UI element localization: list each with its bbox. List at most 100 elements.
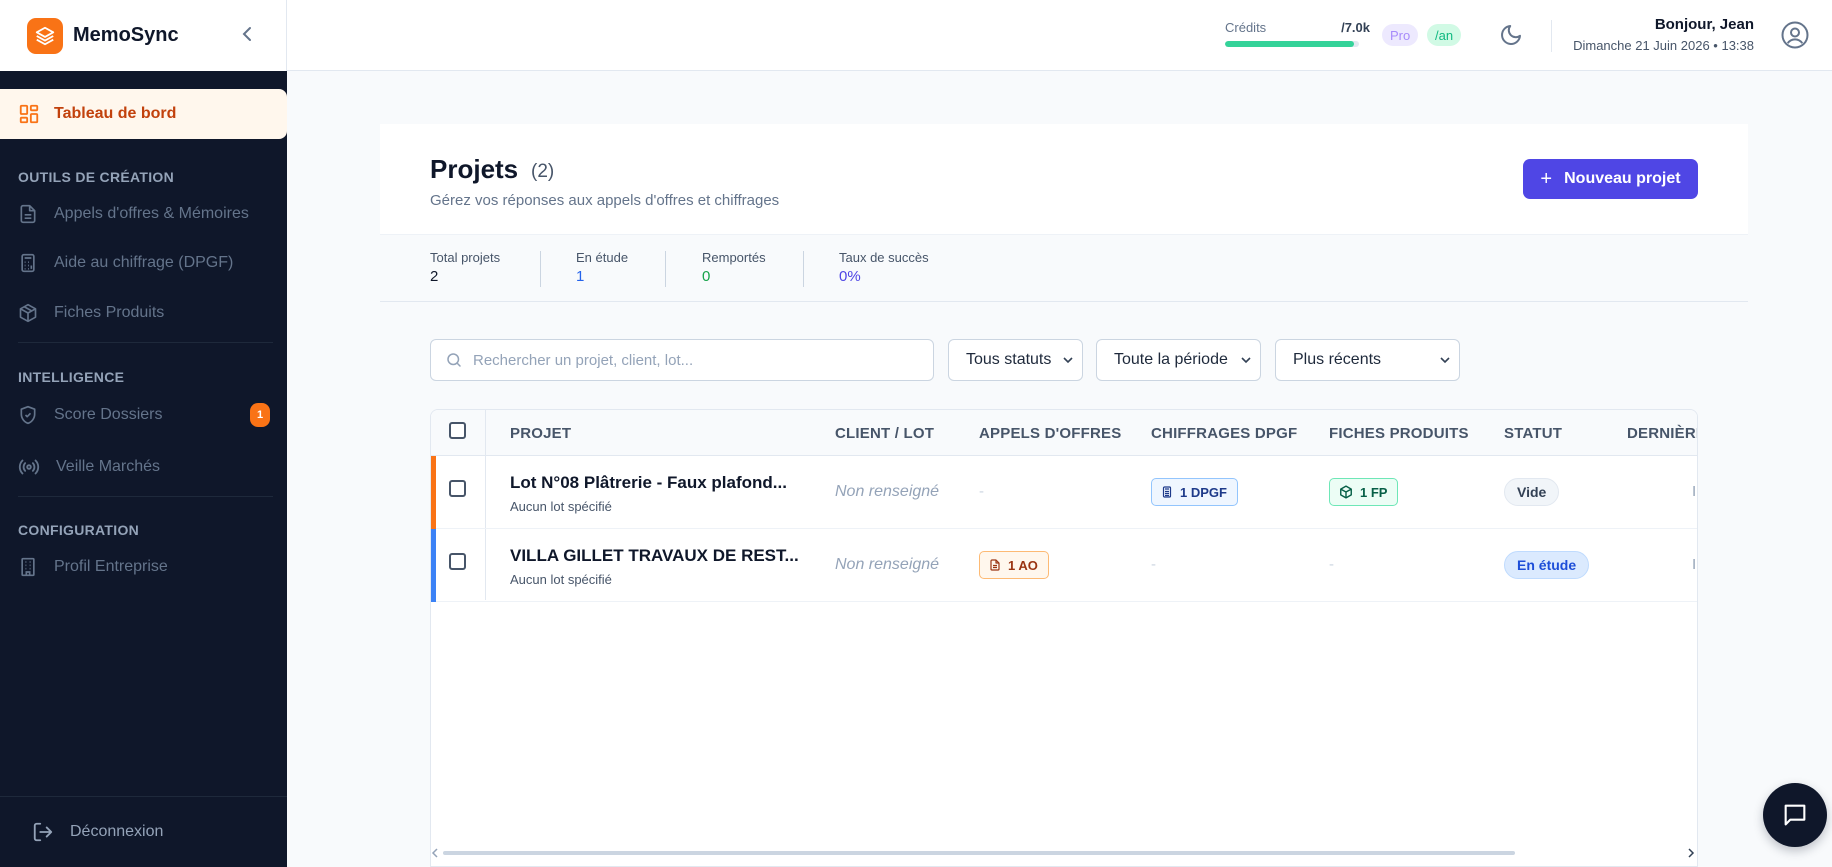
collapse-sidebar-button[interactable]: [236, 22, 258, 46]
sort-select[interactable]: Plus récents: [1275, 339, 1460, 381]
stat-separator: [540, 251, 541, 287]
logout-label: Déconnexion: [70, 823, 164, 840]
last-update-cell: Il: [1692, 556, 1697, 573]
project-products-empty: -: [1329, 556, 1334, 573]
project-client: Non renseigné: [835, 483, 940, 500]
user-menu-button[interactable]: [1780, 20, 1810, 55]
sidebar-item-watch[interactable]: Veille Marchés: [18, 452, 270, 482]
tender-tag[interactable]: 1 AO: [979, 551, 1049, 579]
shield-check-icon: [20, 405, 36, 425]
section-title-intelligence: INTELLIGENCE: [18, 369, 125, 385]
project-lot: Aucun lot spécifié: [510, 499, 612, 514]
dark-mode-toggle[interactable]: [1499, 23, 1523, 52]
sidebar-item-label: Aide au chiffrage (DPGF): [54, 254, 234, 271]
logout-icon: [33, 822, 53, 842]
column-header-last[interactable]: DERNIÈRE: [1627, 425, 1697, 442]
sidebar-item-dashboard[interactable]: Tableau de bord: [0, 89, 287, 139]
header-separator: [1551, 20, 1552, 52]
section-title-configuration: CONFIGURATION: [18, 522, 140, 538]
greeting-text: Bonjour, Jean: [1654, 16, 1754, 33]
sidebar-item-label: Score Dossiers: [54, 406, 163, 423]
new-project-button[interactable]: + Nouveau projet: [1523, 159, 1698, 199]
search-input[interactable]: [473, 351, 913, 369]
table-row[interactable]: Lot N°08 Plâtrerie - Faux plafond... Auc…: [431, 456, 1697, 529]
search-box[interactable]: [430, 339, 934, 381]
credits-progress-fill: [1225, 41, 1354, 47]
project-lot: Aucun lot spécifié: [510, 572, 612, 587]
sidebar-item-score[interactable]: Score Dossiers 1: [18, 400, 270, 430]
document-icon: [20, 204, 36, 224]
column-header-project[interactable]: PROJET: [510, 425, 571, 442]
project-client: Non renseigné: [835, 556, 940, 573]
column-header-tenders[interactable]: APPELS D'OFFRES: [979, 425, 1121, 442]
billing-period-badge: /an: [1427, 24, 1462, 46]
sort-value: Plus récents: [1293, 351, 1382, 368]
project-title[interactable]: Lot N°08 Plâtrerie - Faux plafond...: [510, 473, 787, 493]
top-header: Crédits /7.0k Pro /an Bonjour, Jean Dima…: [287, 0, 1832, 71]
scroll-right-icon[interactable]: [1687, 848, 1695, 858]
last-update-cell: Il: [1692, 483, 1697, 500]
status-filter-select[interactable]: Tous statuts: [948, 339, 1083, 381]
sidebar-item-label: Veille Marchés: [56, 458, 161, 475]
chevron-down-icon: [1063, 357, 1073, 364]
column-header-dpgf[interactable]: CHIFFRAGES DPGF: [1151, 425, 1297, 442]
package-icon: [19, 303, 37, 323]
row-accent-bar: [431, 529, 436, 602]
stat-separator: [803, 251, 804, 287]
building-icon: [21, 557, 35, 577]
row-checkbox[interactable]: [449, 553, 466, 570]
current-datetime: Dimanche 21 Juin 2026 • 13:38: [1573, 38, 1754, 53]
plus-icon: +: [1540, 167, 1553, 190]
tender-tag-label: 1 AO: [1008, 557, 1038, 573]
search-icon: [447, 353, 461, 367]
stat-label: Total projets: [430, 250, 501, 265]
credits-meter: Crédits /7.0k: [1225, 20, 1370, 47]
stat-value: 1: [576, 268, 585, 285]
dashboard-grid-icon: [19, 104, 39, 124]
page-title: Projets: [430, 154, 519, 184]
sidebar-item-tenders[interactable]: Appels d'offres & Mémoires: [18, 199, 270, 229]
period-filter-select[interactable]: Toute la période: [1096, 339, 1261, 381]
stat-value: 0%: [839, 268, 861, 285]
brand-header: MemoSync: [0, 0, 287, 71]
stat-value: 2: [430, 268, 439, 285]
product-sheet-tag-label: 1 FP: [1360, 484, 1388, 500]
sidebar-item-products[interactable]: Fiches Produits: [18, 298, 270, 328]
sidebar-item-label: Profil Entreprise: [54, 558, 168, 575]
stat-in-study: En étude 1: [576, 250, 628, 285]
brand-name: MemoSync: [73, 24, 179, 46]
stat-label: Remportés: [702, 250, 766, 265]
new-project-label: Nouveau projet: [1564, 170, 1681, 187]
project-title[interactable]: VILLA GILLET TRAVAUX DE REST...: [510, 546, 799, 566]
status-badge: En étude: [1504, 551, 1590, 579]
scrollbar-thumb[interactable]: [443, 851, 1515, 855]
page-subtitle: Gérez vos réponses aux appels d'offres e…: [430, 192, 780, 209]
notification-badge: 1: [250, 403, 270, 427]
logout-button[interactable]: Déconnexion: [0, 796, 287, 867]
scroll-left-icon[interactable]: [431, 848, 439, 858]
stat-success-rate: Taux de succès 0%: [839, 250, 929, 285]
chat-button[interactable]: [1763, 783, 1827, 847]
projects-header-card: Projets (2) Gérez vos réponses aux appel…: [380, 124, 1748, 234]
column-header-status[interactable]: STATUT: [1504, 425, 1562, 442]
sidebar-item-dpgf[interactable]: Aide au chiffrage (DPGF): [18, 248, 270, 278]
status-filter-value: Tous statuts: [966, 351, 1052, 368]
table-header: PROJET CLIENT / LOT APPELS D'OFFRES CHIF…: [431, 410, 1697, 456]
column-header-client[interactable]: CLIENT / LOT: [835, 425, 934, 442]
row-accent-bar: [431, 456, 436, 529]
select-all-checkbox[interactable]: [449, 422, 466, 439]
status-badge: Vide: [1504, 478, 1560, 506]
horizontal-scrollbar[interactable]: [431, 848, 1697, 858]
period-filter-value: Toute la période: [1114, 351, 1228, 368]
row-checkbox[interactable]: [449, 480, 466, 497]
table-row[interactable]: VILLA GILLET TRAVAUX DE REST... Aucun lo…: [431, 529, 1697, 602]
column-header-products[interactable]: FICHES PRODUITS: [1329, 425, 1469, 442]
sidebar-item-company-profile[interactable]: Profil Entreprise: [18, 552, 270, 582]
product-sheet-tag[interactable]: 1 FP: [1329, 478, 1399, 506]
stat-total: Total projets 2: [430, 250, 500, 285]
stat-label: Taux de succès: [839, 250, 929, 265]
dpgf-tag[interactable]: 1 DPGF: [1151, 478, 1238, 506]
layers-logo-icon: [27, 17, 63, 54]
moon-icon: [1501, 25, 1521, 45]
sidebar: MemoSync Tableau de bord OUTILS DE CRÉAT…: [0, 0, 287, 867]
